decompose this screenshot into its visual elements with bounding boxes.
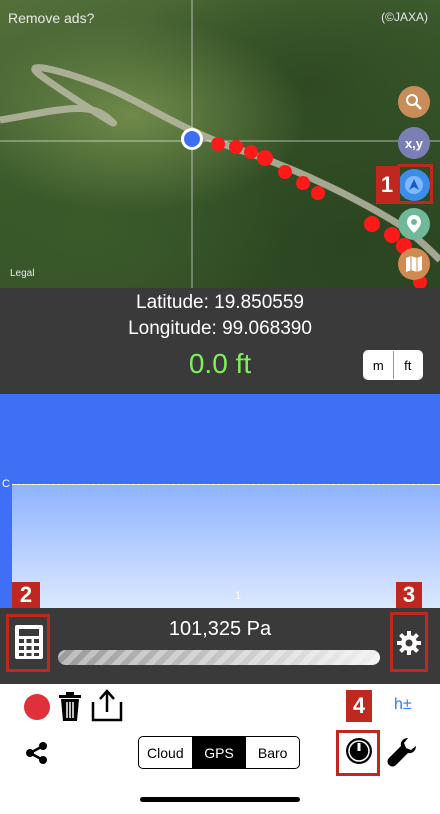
unit-toggle[interactable]: m ft <box>363 350 423 380</box>
action-toolbar: 4 h± <box>0 684 440 730</box>
delete-button[interactable] <box>58 692 82 722</box>
legal-link[interactable]: Legal <box>10 268 34 279</box>
callout-marker-1: 1 <box>376 166 398 204</box>
remove-ads-link[interactable]: Remove ads? <box>8 10 94 26</box>
search-map-button[interactable] <box>398 86 430 118</box>
callout-highlight-1 <box>397 164 433 204</box>
height-adjust-button[interactable]: h± <box>394 696 412 714</box>
graph-left-label: C <box>2 478 10 490</box>
pressure-bar <box>58 650 380 665</box>
graph-area-fill <box>12 484 440 608</box>
segment-baro[interactable]: Baro <box>245 737 299 768</box>
map-attribution: (©JAXA) <box>381 10 428 24</box>
upload-icon <box>91 689 123 722</box>
tools-button[interactable] <box>386 736 418 768</box>
callout-marker-2: 2 <box>12 582 40 608</box>
share-icon <box>26 742 47 764</box>
graph-bottom-label: 1 <box>235 590 242 602</box>
altitude-graph: C 1 2 3 <box>0 394 440 608</box>
source-segmented-control[interactable]: Cloud GPS Baro <box>138 736 300 769</box>
pressure-readout: 101,325 Pa <box>168 618 272 640</box>
location-info-panel: Latitude: 19.850559 Longitude: 99.068390… <box>0 288 440 394</box>
latitude-text: Latitude: 19.850559 <box>136 292 304 313</box>
share-button[interactable] <box>24 740 50 766</box>
callout-marker-3: 3 <box>396 582 422 608</box>
segment-cloud[interactable]: Cloud <box>139 737 192 768</box>
segment-gps[interactable]: GPS <box>191 737 246 768</box>
unit-meters-option[interactable]: m <box>364 351 393 379</box>
longitude-text: Longitude: 99.068390 <box>128 318 312 339</box>
location-button[interactable] <box>398 208 430 240</box>
home-indicator <box>140 797 300 802</box>
timer-button[interactable] <box>344 736 374 766</box>
map-overlay <box>0 0 440 288</box>
location-pin-icon <box>407 215 421 233</box>
wrench-icon <box>387 738 416 767</box>
bottom-toolbar: Cloud GPS Baro <box>0 730 440 814</box>
xy-coordinates-icon: x,y <box>404 135 424 151</box>
settings-button[interactable] <box>396 630 422 656</box>
unit-feet-option[interactable]: ft <box>392 351 422 379</box>
map-type-button[interactable] <box>398 248 430 280</box>
export-button[interactable] <box>91 688 123 722</box>
satellite-map[interactable]: Remove ads? (©JAXA) Legal x,y 1 <box>0 0 440 288</box>
trash-icon <box>59 692 81 721</box>
timer-icon <box>346 738 372 764</box>
gear-icon <box>397 631 421 655</box>
search-icon <box>406 94 422 110</box>
record-button[interactable] <box>24 694 50 720</box>
coordinates-button[interactable]: x,y <box>398 127 430 159</box>
map-icon <box>406 256 422 272</box>
pressure-panel: 101,325 Pa <box>0 608 440 684</box>
callout-marker-4: 4 <box>346 690 372 722</box>
